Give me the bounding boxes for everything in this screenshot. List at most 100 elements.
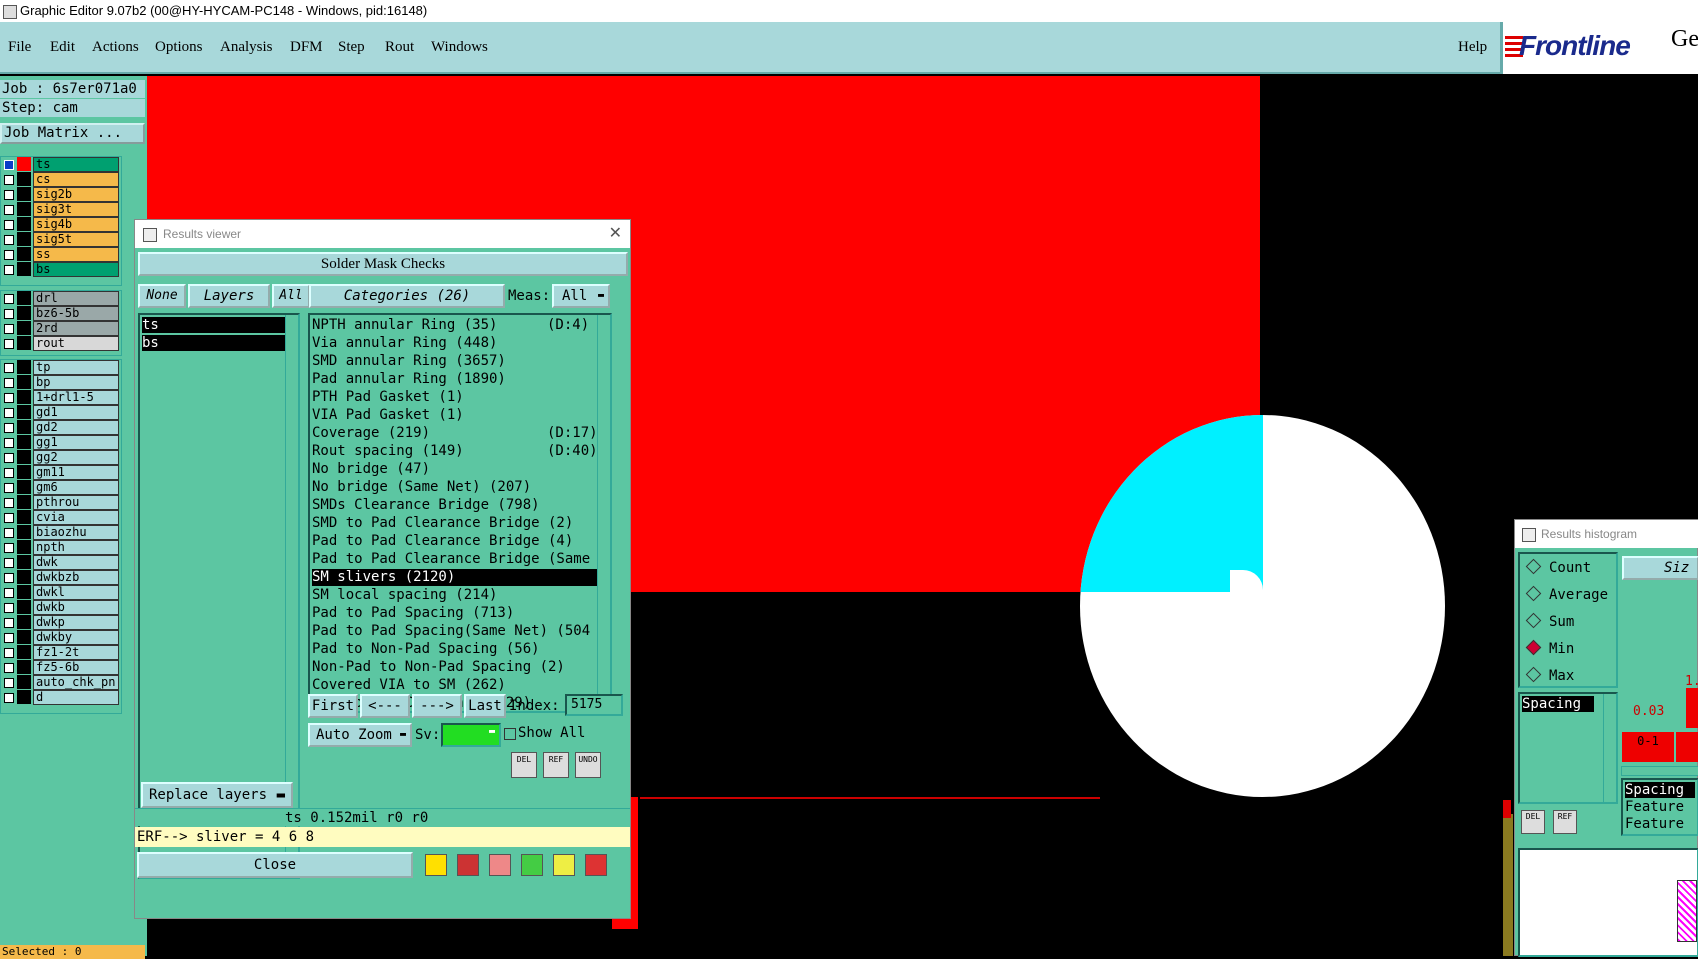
layer-row[interactable]: fz1-2t xyxy=(1,645,119,660)
categories-scrollbar[interactable] xyxy=(597,315,610,711)
layer-checkbox[interactable] xyxy=(4,573,14,583)
histogram-icon[interactable] xyxy=(585,854,607,876)
layer-checkbox[interactable] xyxy=(4,678,14,688)
layers-button[interactable]: Layers xyxy=(188,284,270,308)
layer-checkbox[interactable] xyxy=(4,294,14,304)
layer-name[interactable]: cvia xyxy=(33,510,119,525)
layer-row[interactable]: bs xyxy=(1,262,119,277)
layer-row[interactable]: rout xyxy=(1,336,119,351)
layer-name[interactable]: tp xyxy=(33,360,119,375)
none-button[interactable]: None xyxy=(138,284,186,308)
menu-help[interactable]: Help xyxy=(1458,39,1487,56)
layer-checkbox[interactable] xyxy=(4,324,14,334)
layer-color-swatch[interactable] xyxy=(17,495,31,509)
layer-checkbox[interactable] xyxy=(4,663,14,673)
bin-cell[interactable] xyxy=(1676,732,1698,762)
categories-button[interactable]: Categories (26) xyxy=(309,284,505,308)
layer-row[interactable]: fz5-6b xyxy=(1,660,119,675)
layer-color-swatch[interactable] xyxy=(17,202,31,216)
layer-checkbox[interactable] xyxy=(4,205,14,215)
layer-name[interactable]: dwkby xyxy=(33,630,119,645)
category-item[interactable]: Pad annular Ring (1890) xyxy=(312,371,506,388)
layer-row[interactable]: cs xyxy=(1,172,119,187)
layer-row[interactable]: bz6-5b xyxy=(1,306,119,321)
layer-name[interactable]: 1+drl1-5 xyxy=(33,390,119,405)
layer-checkbox[interactable] xyxy=(4,513,14,523)
layer-name[interactable]: gg2 xyxy=(33,450,119,465)
layer-name[interactable]: drl xyxy=(33,291,119,306)
layer-color-swatch[interactable] xyxy=(17,420,31,434)
layer-row[interactable]: gg2 xyxy=(1,450,119,465)
layer-checkbox[interactable] xyxy=(4,235,14,245)
layer-checkbox[interactable] xyxy=(4,693,14,703)
layer-checkbox[interactable] xyxy=(4,558,14,568)
histogram-bar[interactable] xyxy=(1686,688,1698,728)
category-item[interactable]: SM local spacing (214) xyxy=(312,587,497,604)
layer-color-swatch[interactable] xyxy=(17,570,31,584)
layer-color-swatch[interactable] xyxy=(17,600,31,614)
layer-row[interactable]: sig5t xyxy=(1,232,119,247)
radio-max[interactable]: Max xyxy=(1525,666,1574,684)
layer-checkbox[interactable] xyxy=(4,423,14,433)
layer-checkbox[interactable] xyxy=(4,453,14,463)
layer-name[interactable]: dwkb xyxy=(33,600,119,615)
layer-name[interactable]: dwk xyxy=(33,555,119,570)
radio-sum[interactable]: Sum xyxy=(1525,612,1574,630)
layer-row[interactable]: dwk xyxy=(1,555,119,570)
layer-color-swatch[interactable] xyxy=(17,525,31,539)
menu-edit[interactable]: Edit xyxy=(50,39,75,56)
layer-color-swatch[interactable] xyxy=(17,510,31,524)
layer-checkbox[interactable] xyxy=(4,250,14,260)
layer-row[interactable]: auto_chk_pn xyxy=(1,675,119,690)
layer-color-swatch[interactable] xyxy=(17,405,31,419)
category-item[interactable]: NPTH annular Ring (35) (D:4) xyxy=(312,317,589,334)
prev-button[interactable]: <--- xyxy=(360,694,410,718)
radio-count[interactable]: Count xyxy=(1525,558,1591,576)
layer-name[interactable]: dwkp xyxy=(33,615,119,630)
layer-checkbox[interactable] xyxy=(4,175,14,185)
layer-row[interactable]: drl xyxy=(1,291,119,306)
layer-row[interactable]: bp xyxy=(1,375,119,390)
layer-checkbox[interactable] xyxy=(4,648,14,658)
category-item[interactable]: Coverage (219) (D:17) xyxy=(312,425,598,442)
layer-color-swatch[interactable] xyxy=(17,247,31,261)
layer-row[interactable]: d xyxy=(1,690,119,705)
auto-zoom-dropdown[interactable]: Auto Zoom ▬ xyxy=(308,723,412,747)
histogram-hscroll[interactable] xyxy=(1621,766,1698,776)
layer-row[interactable]: dwkp xyxy=(1,615,119,630)
layer-color-swatch[interactable] xyxy=(17,645,31,659)
histogram-list-scrollbar[interactable] xyxy=(1603,694,1616,802)
layer-checkbox[interactable] xyxy=(4,528,14,538)
menu-rout[interactable]: Rout xyxy=(385,39,414,56)
layer-color-swatch[interactable] xyxy=(17,630,31,644)
all-button[interactable]: All xyxy=(272,284,310,308)
layer-checkbox[interactable] xyxy=(4,468,14,478)
layer-name[interactable]: fz1-2t xyxy=(33,645,119,660)
checklist-header[interactable]: Solder Mask Checks xyxy=(138,252,628,276)
layer-checkbox[interactable] xyxy=(4,339,14,349)
close-button[interactable]: Close xyxy=(137,852,413,878)
layer-color-swatch[interactable] xyxy=(17,336,31,350)
radio-min[interactable]: Min xyxy=(1525,639,1574,657)
category-item[interactable]: Covered VIA to SM (262) xyxy=(312,677,506,694)
close-icon[interactable]: ✕ xyxy=(609,220,622,248)
layer-color-swatch[interactable] xyxy=(17,540,31,554)
last-button[interactable]: Last xyxy=(464,694,506,718)
layer-name[interactable]: rout xyxy=(33,336,119,351)
layer-item-bs[interactable]: bs xyxy=(142,335,285,351)
layer-name[interactable]: gm6 xyxy=(33,480,119,495)
show-all-checkbox[interactable] xyxy=(504,728,516,740)
layer-color-swatch[interactable] xyxy=(17,675,31,689)
category-item[interactable]: Non-Pad to Non-Pad Spacing (2) xyxy=(312,659,565,676)
category-item[interactable]: Pad to Pad Clearance Bridge (Same xyxy=(312,551,590,568)
category-item[interactable]: No bridge (47) xyxy=(312,461,430,478)
layer-checkbox[interactable] xyxy=(4,588,14,598)
layer-name[interactable]: 2rd xyxy=(33,321,119,336)
layer-checkbox[interactable] xyxy=(4,603,14,613)
report-icon[interactable] xyxy=(553,854,575,876)
layer-row[interactable]: dwkby xyxy=(1,630,119,645)
layer-row[interactable]: sig4b xyxy=(1,217,119,232)
menu-step[interactable]: Step xyxy=(338,39,365,56)
layer-checkbox[interactable] xyxy=(4,378,14,388)
radio-average[interactable]: Average xyxy=(1525,585,1608,603)
